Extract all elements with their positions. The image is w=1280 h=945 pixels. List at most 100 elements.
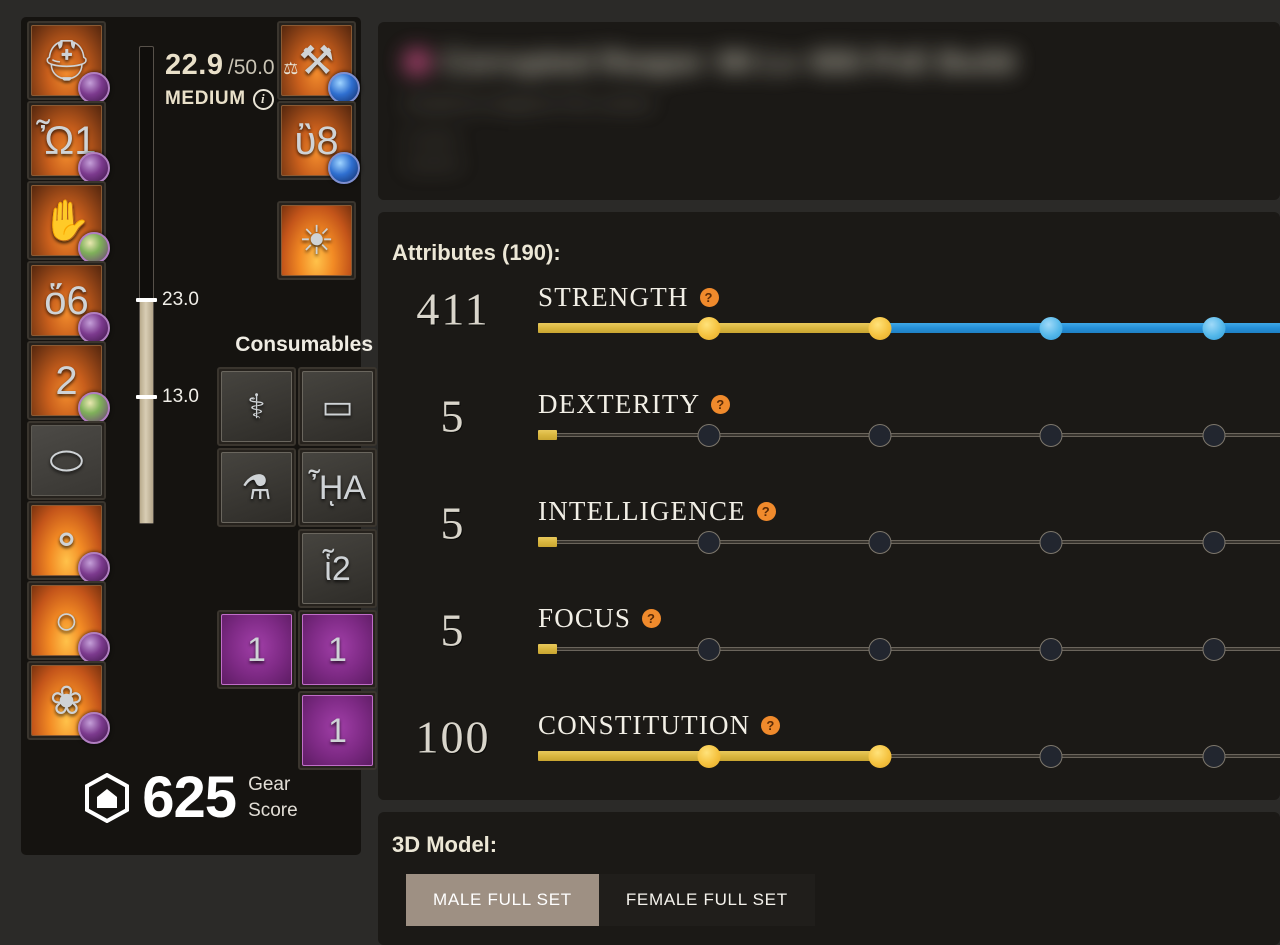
food-slot[interactable]: ἷ2 bbox=[298, 529, 377, 608]
slider-threshold-marker[interactable] bbox=[698, 745, 721, 768]
slider-threshold-marker[interactable] bbox=[1040, 424, 1063, 447]
help-icon[interactable]: ? bbox=[711, 395, 730, 414]
feet-slot[interactable]: ὆2 bbox=[27, 341, 106, 420]
slider-threshold-marker[interactable] bbox=[1040, 531, 1063, 554]
amulet-slot[interactable]: ⚬ bbox=[27, 501, 106, 580]
attribute-label: DEXTERITY bbox=[538, 389, 700, 420]
gem-amethyst-icon[interactable] bbox=[78, 552, 110, 584]
slider-threshold-marker[interactable] bbox=[698, 638, 721, 661]
secondary-weapon-slot[interactable]: ὒ8 bbox=[277, 101, 356, 180]
trophy-slot-2[interactable]: ὞1 bbox=[298, 610, 377, 689]
slider-threshold-marker[interactable] bbox=[1040, 745, 1063, 768]
health-potion-slot[interactable]: ⚕ bbox=[217, 367, 296, 446]
attribute-value: 100 bbox=[394, 711, 512, 764]
green-potion-slot[interactable]: ᾞA bbox=[298, 448, 377, 527]
slider-threshold-marker[interactable] bbox=[698, 424, 721, 447]
model-tab-male-full-set[interactable]: MALE FULL SET bbox=[406, 874, 599, 926]
consumables-row: ⚕▭ bbox=[217, 367, 377, 447]
slider-threshold-marker[interactable] bbox=[869, 317, 892, 340]
earring-slot[interactable]: ❀ bbox=[27, 661, 106, 740]
consumables-row: ἷ2 bbox=[217, 529, 377, 609]
build-subtitle: A build for endgame PvE content bbox=[404, 94, 1254, 114]
regen-potion-slot[interactable]: ⚗ bbox=[217, 448, 296, 527]
legs-slot[interactable]: ὅ6 bbox=[27, 261, 106, 340]
attributes-card: Attributes (190): 411STRENGTH?5DEXTERITY… bbox=[378, 212, 1280, 800]
attribute-row-intelligence: 5INTELLIGENCE? bbox=[378, 488, 1280, 558]
gem-sapphire-icon[interactable] bbox=[328, 152, 360, 184]
ring-slot[interactable]: ○ bbox=[27, 581, 106, 660]
attribute-slider[interactable] bbox=[538, 429, 1280, 441]
help-icon[interactable]: ? bbox=[642, 609, 661, 628]
slider-threshold-marker[interactable] bbox=[1040, 638, 1063, 661]
build-header-blurred-content: Corrupted Reaper Mt Lv 650 PvE Build A b… bbox=[378, 22, 1280, 195]
trophy-slot-1[interactable]: ὞1 bbox=[217, 610, 296, 689]
attribute-name-row: CONSTITUTION? bbox=[538, 710, 780, 741]
shield-slot[interactable]: ⬭ bbox=[27, 421, 106, 500]
slider-threshold-marker[interactable] bbox=[1203, 317, 1226, 340]
item-artwork: ⬭ bbox=[31, 425, 102, 496]
slider-threshold-marker[interactable] bbox=[1203, 745, 1226, 768]
item-icon: ἷ2 bbox=[303, 534, 372, 603]
weight-tick-upper bbox=[136, 298, 157, 302]
weight-max: /50.0 bbox=[228, 56, 275, 79]
item-artwork: ᾞA bbox=[302, 452, 373, 523]
gem-amethyst-icon[interactable] bbox=[78, 152, 110, 184]
slider-track bbox=[538, 647, 1280, 651]
slider-threshold-marker[interactable] bbox=[1040, 317, 1063, 340]
armor-slot-column: ⛑Ὦ1✋ὅ6὆2⬭⚬○❀ bbox=[27, 21, 106, 741]
slider-threshold-marker[interactable] bbox=[869, 531, 892, 554]
attribute-row-dexterity: 5 DEXTERITY? bbox=[378, 381, 1280, 451]
item-icon: ὞1 bbox=[303, 696, 372, 765]
weight-readout: 22.9 /50.0 ⚖ MEDIUM i bbox=[165, 49, 298, 110]
gear-score-value: 625 bbox=[142, 769, 236, 827]
build-header-card: Corrupted Reaper Mt Lv 650 PvE Build A b… bbox=[378, 22, 1280, 200]
model-title: 3D Model: bbox=[392, 832, 497, 858]
build-title: Corrupted Reaper bbox=[442, 44, 706, 80]
attribute-slider[interactable] bbox=[538, 643, 1280, 655]
slider-threshold-marker[interactable] bbox=[869, 745, 892, 768]
gem-opal-icon[interactable] bbox=[78, 392, 110, 424]
item-icon: ᾞA bbox=[303, 453, 372, 522]
tool-slot[interactable]: ☀ bbox=[277, 201, 356, 280]
attribute-value: 411 bbox=[394, 283, 512, 336]
info-icon[interactable]: i bbox=[253, 89, 274, 110]
trophy-slot-3[interactable]: ὞1 bbox=[298, 691, 377, 770]
item-artwork: ὞1 bbox=[302, 695, 373, 766]
slider-threshold-marker[interactable] bbox=[1203, 531, 1226, 554]
item-artwork: ⚗ bbox=[221, 452, 292, 523]
model-tab-female-full-set[interactable]: FEMALE FULL SET bbox=[599, 874, 815, 926]
consumables-row: ὞1 bbox=[217, 691, 377, 771]
help-icon[interactable]: ? bbox=[761, 716, 780, 735]
attribute-name-row: STRENGTH? bbox=[538, 282, 719, 313]
attribute-slider[interactable] bbox=[538, 750, 1280, 762]
gem-amethyst-icon[interactable] bbox=[78, 72, 110, 104]
attribute-row-focus: 5FOCUS? bbox=[378, 595, 1280, 665]
attribute-value: 5 bbox=[394, 390, 512, 443]
slider-threshold-marker[interactable] bbox=[869, 424, 892, 447]
attribute-slider[interactable] bbox=[538, 322, 1280, 334]
gem-sapphire-icon[interactable] bbox=[328, 72, 360, 104]
slider-fill-base bbox=[538, 537, 557, 547]
honing-stone-slot[interactable]: ▭ bbox=[298, 367, 377, 446]
gear-score-label: Gear Score bbox=[248, 772, 298, 823]
chest-slot[interactable]: Ὦ1 bbox=[27, 101, 106, 180]
slider-threshold-marker[interactable] bbox=[869, 638, 892, 661]
gem-amethyst-icon[interactable] bbox=[78, 312, 110, 344]
help-icon[interactable]: ? bbox=[700, 288, 719, 307]
slider-threshold-marker[interactable] bbox=[698, 531, 721, 554]
gem-opal-icon[interactable] bbox=[78, 232, 110, 264]
consumables-title: Consumables bbox=[217, 333, 373, 357]
build-avatar-icon bbox=[404, 49, 430, 75]
slider-threshold-marker[interactable] bbox=[1203, 638, 1226, 661]
gem-amethyst-icon[interactable] bbox=[78, 632, 110, 664]
hands-slot[interactable]: ✋ bbox=[27, 181, 106, 260]
help-icon[interactable]: ? bbox=[757, 502, 776, 521]
item-artwork: ὞1 bbox=[221, 614, 292, 685]
attribute-slider[interactable] bbox=[538, 536, 1280, 548]
head-slot[interactable]: ⛑ bbox=[27, 21, 106, 100]
item-artwork: ⚕ bbox=[221, 371, 292, 442]
gear-score: 625 Gear Score bbox=[21, 769, 361, 827]
gem-amethyst-icon[interactable] bbox=[78, 712, 110, 744]
slider-threshold-marker[interactable] bbox=[698, 317, 721, 340]
slider-threshold-marker[interactable] bbox=[1203, 424, 1226, 447]
